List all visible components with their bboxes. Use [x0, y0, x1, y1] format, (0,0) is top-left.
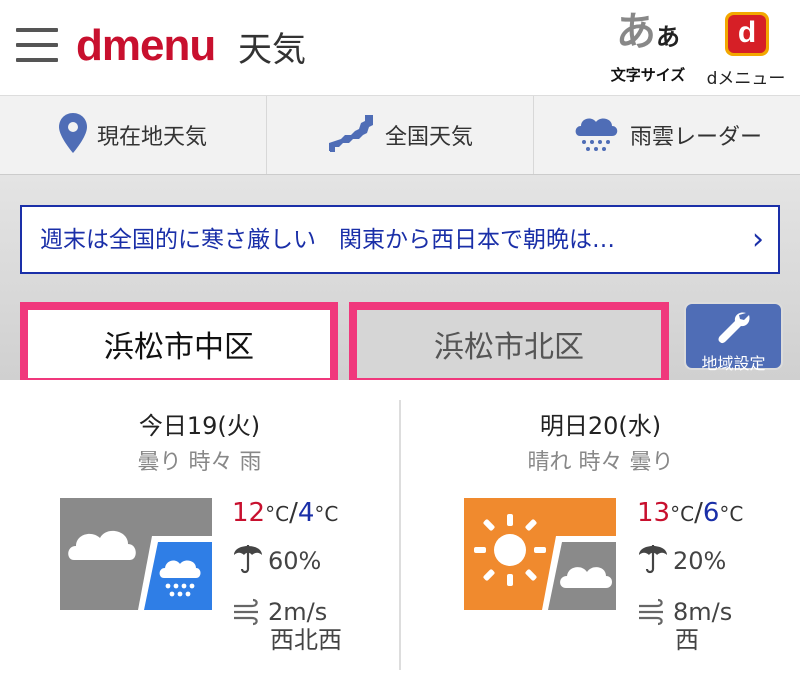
sunny-then-cloudy-icon [464, 498, 616, 610]
wrench-icon [686, 309, 781, 349]
page-title: 天気 [238, 30, 306, 70]
dmenu-label: dメニュー [706, 69, 786, 89]
nav-national-weather[interactable]: 全国天気 [267, 96, 534, 174]
cloudy-then-rain-icon [60, 498, 212, 610]
news-headline-text: 週末は全国的に寒さ厳しい 関東から西日本で朝晩は… [40, 227, 615, 253]
font-size-button[interactable]: ああ 文字サイズ [608, 8, 688, 88]
dmenu-button[interactable]: d dメニュー [700, 8, 792, 89]
forecast-description: 曇り 時々 雨 [137, 450, 262, 475]
forecast-date: 明日20(水) [539, 412, 662, 440]
wind-direction: 西北西 [270, 626, 342, 654]
forecast-panel: 今日19(火) 曇り 時々 雨 12°C/4°C 60% 2m/s 西北西 明日… [0, 380, 800, 689]
tab-hamamatsu-kita[interactable]: 浜松市北区 [349, 302, 669, 386]
forecast-today[interactable]: 今日19(火) 曇り 時々 雨 12°C/4°C 60% 2m/s 西北西 [0, 380, 399, 689]
wind-icon [232, 598, 262, 654]
dmenu-logo[interactable]: dmenu [76, 18, 216, 74]
umbrella-icon [232, 541, 264, 581]
high-temp: 12 [232, 498, 266, 528]
font-size-label: 文字サイズ [610, 66, 686, 84]
wind-icon [637, 598, 667, 654]
umbrella-icon [637, 541, 669, 581]
hamburger-menu-icon[interactable] [16, 26, 58, 62]
region-settings-button[interactable]: 地域設定 [684, 302, 783, 373]
nav-label: 現在地天気 [96, 125, 207, 150]
font-size-icon: ああ [616, 9, 680, 55]
tab-hamamatsu-naka[interactable]: 浜松市中区 [20, 302, 338, 386]
wind-info: 8m/s 西 [637, 598, 732, 654]
high-temp: 13 [637, 498, 671, 528]
region-settings-label: 地域設定 [701, 354, 766, 373]
chevron-right-icon: › [752, 222, 764, 257]
forecast-date: 今日19(火) [138, 412, 261, 440]
precip-chance: 20% [637, 542, 726, 580]
forecast-description: 晴れ 時々 曇り [527, 450, 674, 475]
nav-current-location-weather[interactable]: 現在地天気 [0, 96, 267, 174]
japan-map-icon [327, 113, 375, 157]
main-nav: 現在地天気 全国天気 雨雲レーダー [0, 95, 800, 175]
location-pin-icon [58, 113, 87, 157]
nav-label: 雨雲レーダー [629, 125, 762, 150]
temperature-range: 13°C/6°C [637, 498, 744, 528]
wind-text: 2m/s 西北西 [268, 598, 342, 654]
low-temp: 4 [297, 498, 315, 528]
nav-label: 全国天気 [384, 125, 473, 150]
wind-text: 8m/s 西 [673, 598, 732, 654]
low-temp: 6 [702, 498, 720, 528]
wind-info: 2m/s 西北西 [232, 598, 342, 654]
dmenu-app-icon: d [725, 12, 769, 56]
app-header: dmenu 天気 ああ 文字サイズ d dメニュー [0, 0, 800, 95]
precip-chance: 60% [232, 542, 321, 580]
news-headline-link[interactable]: 週末は全国的に寒さ厳しい 関東から西日本で朝晩は… › [20, 205, 780, 274]
forecast-tomorrow[interactable]: 明日20(水) 晴れ 時々 曇り 13°C/6°C 20% 8m/s 西 [401, 380, 800, 689]
wind-speed: 2m/s [268, 598, 328, 626]
temperature-range: 12°C/4°C [232, 498, 339, 528]
wind-speed: 8m/s [673, 598, 733, 626]
wind-direction: 西 [675, 626, 699, 654]
rain-cloud-icon [572, 112, 620, 158]
nav-rain-radar[interactable]: 雨雲レーダー [534, 96, 800, 174]
